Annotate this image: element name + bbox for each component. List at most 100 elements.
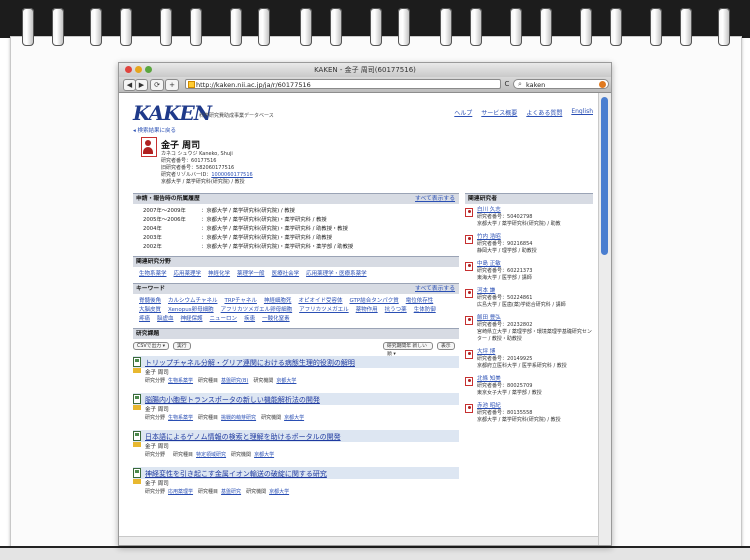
scroll-thumb[interactable] [601, 97, 608, 255]
field-link[interactable]: 生物系薬学 [139, 270, 167, 279]
project-item: 脳腸内小胞型トランスポータの新しい機能解析法の開発 金子 周司 研究分野 生物系薬学研… [133, 393, 459, 427]
field-link[interactable]: 神経化学 [208, 270, 230, 279]
related-id-value: 60221373 [507, 268, 533, 274]
project-org-link[interactable]: 京都大学 [254, 452, 274, 458]
sort-select[interactable]: 研究期間年 新しい順 ▾ [383, 342, 433, 357]
keyword-link[interactable]: アフリカツメガエル卵母細胞 [221, 306, 293, 315]
spiral-ring [22, 8, 34, 46]
related-name-link[interactable]: 飯田 豊弘 [477, 315, 593, 322]
project-tag-icon [133, 405, 141, 410]
spiral-ring [540, 8, 552, 46]
reload-button[interactable]: C [503, 79, 511, 89]
forward-button[interactable]: ▶ [135, 79, 148, 91]
history-show-all-link[interactable]: すべて表示する [415, 194, 455, 204]
project-org-link[interactable]: 京都大学 [269, 489, 289, 495]
vertical-scrollbar[interactable] [598, 93, 611, 545]
keyword-link[interactable]: 神経保護 [181, 315, 203, 324]
person-icon [465, 350, 473, 359]
photo-stage: KAKEN - 金子 周司(60177516) ◀ ▶ ⟳ + http://k… [0, 0, 750, 560]
reload-icon[interactable]: ⟳ [150, 79, 164, 91]
person-icon [465, 316, 473, 325]
spiral-ring [330, 8, 342, 46]
history-year: 2003年 [143, 235, 162, 241]
related-name-link[interactable]: 白川 久志 [477, 207, 593, 214]
zoom-icon[interactable] [145, 66, 152, 73]
keyword-link[interactable]: Xenopus卵母細胞 [168, 306, 214, 315]
project-field-link[interactable]: 応用薬理学 [168, 489, 193, 495]
keyword-link[interactable]: 疼痛 [139, 315, 150, 324]
english-link[interactable]: English [571, 108, 593, 117]
project-title-link[interactable]: トリップチャネル分解・グリア連関における病態生理的役割の解明 [145, 358, 355, 368]
related-name-link[interactable]: 中島 正敏 [477, 261, 593, 268]
overview-link[interactable]: サービス概要 [481, 108, 517, 117]
export-run-button[interactable]: 実行 [173, 342, 191, 350]
search-field[interactable]: ⌕ kaken [513, 79, 609, 89]
project-title-link[interactable]: 日本語によるゲノム情報の検索と理解を助けるポータルの開発 [145, 432, 341, 442]
address-bar[interactable]: http://kaken.nii.ac.jp/ja/r/60177516 [185, 79, 501, 89]
faq-link[interactable]: よくある質問 [526, 108, 562, 117]
related-id: 研究者番号：20149925 [477, 356, 593, 363]
project-field-link[interactable]: 生物系薬学 [168, 378, 193, 384]
related-affiliation: 広島大学 / 医歯(薬)学総合研究科 / 講師 [477, 302, 566, 308]
keyword-link[interactable]: 脳虚血 [157, 315, 174, 324]
keywords-show-all-link[interactable]: すべて表示する [415, 284, 455, 294]
keyword-link[interactable]: ニューロン [210, 315, 238, 324]
keyword-link[interactable]: 生体防御 [414, 306, 436, 315]
keyword-link[interactable]: 薬物作用 [356, 306, 378, 315]
field-link[interactable]: 応用薬理学 [174, 270, 202, 279]
project-icon [133, 394, 141, 404]
project-meta: 研究分野 応用薬理学 研究種目 基盤研究 研究機関 京都大学 [145, 488, 294, 495]
back-to-results-link[interactable]: ◂ 検索結果に戻る [133, 126, 176, 134]
field-link[interactable]: 応用薬理学・医療系薬学 [306, 270, 367, 279]
field-label: 研究分野 [145, 415, 166, 421]
project-field-link[interactable]: 生物系薬学 [168, 415, 193, 421]
close-icon[interactable] [125, 66, 132, 73]
related-id: 研究者番号：80135558 [477, 410, 593, 417]
spiral-ring [470, 8, 482, 46]
project-category-link[interactable]: 基盤研究(B) [221, 378, 248, 384]
add-bookmark-button[interactable]: + [165, 79, 179, 91]
sort-show-button[interactable]: 表示 [437, 342, 455, 350]
keyword-link[interactable]: アフリカツメガエル [299, 306, 349, 315]
keyword-link[interactable]: 抗うつ薬 [385, 306, 407, 315]
help-link[interactable]: ヘルプ [454, 108, 472, 117]
field-label: 研究分野 [145, 378, 166, 384]
project-title-link[interactable]: 脳腸内小胞型トランスポータの新しい機能解析法の開発 [145, 395, 320, 405]
related-affiliation: 宮崎県立大学 / 薬理学部・環境薬理学基礎研究センター / 教授・助教授 [477, 329, 592, 342]
project-category-link[interactable]: 挑戦的萌芽研究 [221, 415, 256, 421]
related-name-link[interactable]: 大坪 博 [477, 349, 593, 356]
project-title-band: トリップチャネル分解・グリア連関における病態生理的役割の解明 [133, 356, 459, 368]
minimize-icon[interactable] [135, 66, 142, 73]
project-title-link[interactable]: 神経変性を引き起こす金属イオン輸送の破綻に関する研究 [145, 469, 327, 479]
keyword-link[interactable]: カルシウムチャネル [168, 297, 217, 306]
horizontal-scrollbar[interactable] [119, 536, 599, 545]
project-org-link[interactable]: 京都大学 [284, 415, 304, 421]
search-clear-icon[interactable] [599, 81, 606, 88]
history-text: ：京都大学 / 薬学研究科(研究院) / 教授 [201, 208, 295, 214]
person-icon [465, 208, 473, 217]
related-name-link[interactable]: 河本 謙 [477, 288, 593, 295]
related-name-link[interactable]: 竹内 浩昭 [477, 234, 593, 241]
keyword-link[interactable]: 一酸化窒素 [262, 315, 290, 324]
keyword-link[interactable]: オピオイド受容体 [298, 297, 342, 306]
org-label: 研究機関 [253, 378, 274, 384]
history-text: ：京都大学 / 薬学研究科(研究院)・薬学研究科・薬学部 / 助教授 [201, 244, 354, 250]
keyword-link[interactable]: 脊髄後角 [139, 297, 161, 306]
project-category-link[interactable]: 特定領域研究 [196, 452, 226, 458]
keyword-link[interactable]: 疾患 [244, 315, 255, 324]
keyword-link[interactable]: 大脳皮質 [139, 306, 161, 315]
csv-export-select[interactable]: CSVで出力 ▾ [133, 342, 169, 350]
keyword-link[interactable]: 電位依存性 [406, 297, 434, 306]
field-link[interactable]: 薬理学一般 [237, 270, 265, 279]
related-list: 白川 久志 研究者番号：50402798 京都大学 / 薬学研究科(研究院) / 助… [465, 204, 593, 427]
keyword-link[interactable]: GTP結合タンパク質 [349, 297, 398, 306]
related-name-link[interactable]: 赤池 昭紀 [477, 403, 593, 410]
related-affiliation: 東海大学 / 医学部 / 講師 [477, 275, 532, 281]
field-link[interactable]: 医療社会学 [272, 270, 300, 279]
item-label: 研究種目 [173, 452, 194, 458]
project-org-link[interactable]: 京都大学 [276, 378, 296, 384]
related-name-link[interactable]: 北條 知美 [477, 376, 593, 383]
project-category-link[interactable]: 基盤研究 [221, 489, 241, 495]
keyword-link[interactable]: 神経細胞死 [264, 297, 292, 306]
keyword-link[interactable]: TRPチャネル [224, 297, 256, 306]
